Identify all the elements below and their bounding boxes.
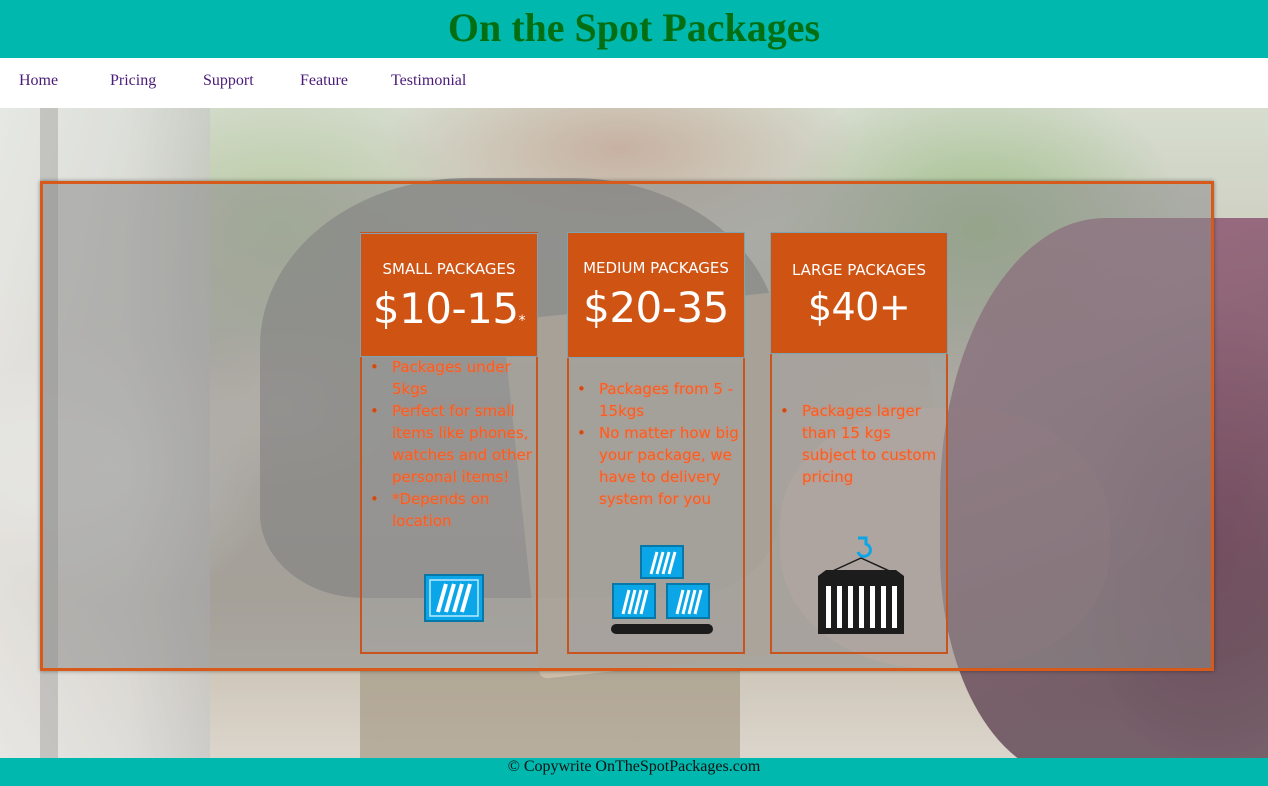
feature-list: Packages from 5 - 15kgs No matter how bi…	[577, 378, 743, 510]
nav-testimonial[interactable]: Testimonial	[391, 72, 466, 90]
list-item: No matter how big your package, we have …	[577, 422, 743, 510]
pricing-card-small: SMALL PACKAGES $10-15* Packages under 5k…	[360, 232, 538, 654]
card-price: $40+	[807, 285, 911, 329]
card-header: SMALL PACKAGES $10-15*	[360, 233, 538, 357]
list-item: Packages larger than 15 kgs subject to c…	[780, 400, 946, 488]
site-title: On the Spot Packages	[447, 5, 821, 50]
site-header: On the Spot Packages	[0, 0, 1268, 58]
crane-container-icon	[818, 536, 904, 634]
nav-feature[interactable]: Feature	[300, 72, 348, 90]
feature-list: Packages under 5kgs Perfect for small it…	[370, 356, 536, 532]
pricing-card-medium: MEDIUM PACKAGES $20-35 Packages from 5 -…	[567, 232, 745, 654]
card-price: $10-15*	[361, 284, 537, 333]
card-title: LARGE PACKAGES	[791, 261, 926, 279]
copyright-text: © Copywrite OnTheSpotPackages.com	[507, 758, 761, 775]
card-header: MEDIUM PACKAGES $20-35	[567, 232, 745, 358]
nav-home[interactable]: Home	[19, 72, 58, 90]
feature-list: Packages larger than 15 kgs subject to c…	[780, 400, 946, 488]
card-price: $20-35	[583, 283, 729, 332]
single-container-icon	[424, 574, 484, 622]
site-footer: © Copywrite OnTheSpotPackages.com	[0, 758, 1268, 786]
list-item: Perfect for small items like phones, wat…	[370, 400, 536, 488]
nav-support[interactable]: Support	[203, 72, 254, 90]
card-title: SMALL PACKAGES	[382, 260, 516, 278]
price-value: $10-15	[372, 284, 519, 333]
main-nav: Home Pricing Support Feature Testimonial	[0, 58, 1268, 108]
list-item: Packages from 5 - 15kgs	[577, 378, 743, 422]
card-header: LARGE PACKAGES $40+	[770, 232, 948, 354]
nav-pricing[interactable]: Pricing	[110, 72, 156, 90]
list-item: Packages under 5kgs	[370, 356, 536, 400]
list-item: *Depends on location	[370, 488, 536, 532]
price-footnote-mark: *	[518, 313, 526, 329]
stacked-containers-icon	[611, 545, 713, 634]
pricing-card-large: LARGE PACKAGES $40+ Packages larger than…	[770, 232, 948, 654]
card-title: MEDIUM PACKAGES	[583, 259, 729, 277]
